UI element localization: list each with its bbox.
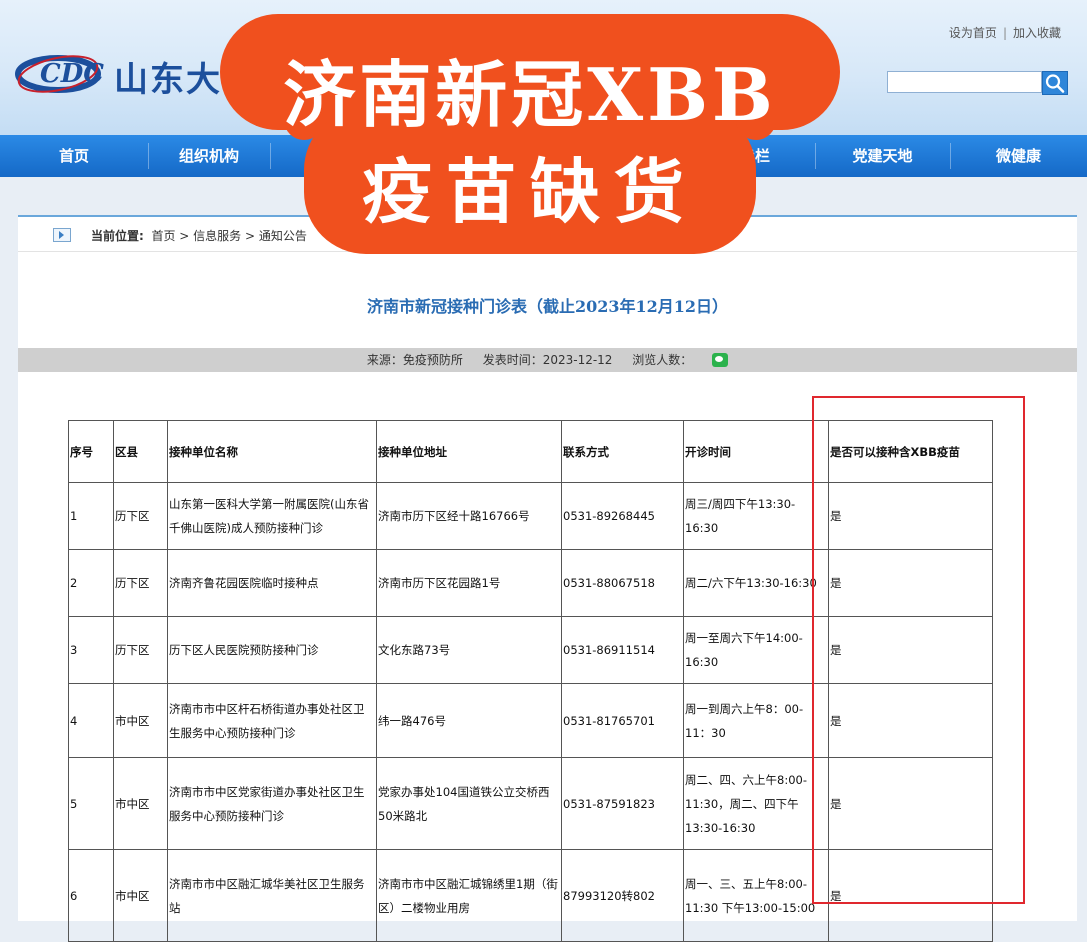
article-views: 浏览人数： xyxy=(632,353,693,367)
row-unit-name: 济南市市中区融汇城华美社区卫生服务站 xyxy=(167,849,377,942)
overlay-headline: 济南新冠XBB xyxy=(283,52,777,137)
row-no: 3 xyxy=(68,616,114,684)
breadcrumb-label: 当前位置: xyxy=(91,229,144,243)
row-phone: 0531-89268445 xyxy=(561,482,684,550)
row-no: 1 xyxy=(68,482,114,550)
row-address: 济南市市中区融汇城锦绣里1期（街区）二楼物业用房 xyxy=(376,849,562,942)
row-address: 纬一路476号 xyxy=(376,683,562,758)
row-district: 市中区 xyxy=(113,683,168,758)
search-button[interactable] xyxy=(1042,71,1068,95)
add-favorite-link[interactable]: 加入收藏 xyxy=(1013,26,1061,40)
header-district: 区县 xyxy=(113,420,168,483)
wechat-icon[interactable] xyxy=(712,353,729,367)
nav-item-home[interactable]: 首页 xyxy=(0,135,148,177)
row-address: 济南市历下区经十路16766号 xyxy=(376,482,562,550)
overlay-subheadline: 疫苗缺货 xyxy=(362,150,698,233)
row-unit-name: 山东第一医科大学第一附属医院(山东省千佛山医院)成人预防接种门诊 xyxy=(167,482,377,550)
article-title: 济南市新冠接种门诊表（截止2023年12月12日） xyxy=(366,297,729,316)
overlay-banner: 济南新冠XBB 疫苗缺货 xyxy=(210,8,850,256)
row-district: 历下区 xyxy=(113,482,168,550)
row-unit-name: 济南市市中区杆石桥街道办事处社区卫生服务中心预防接种门诊 xyxy=(167,683,377,758)
row-phone: 0531-87591823 xyxy=(561,757,684,850)
row-hours: 周二、四、六上午8:00-11:30，周二、四下午13:30-16:30 xyxy=(683,757,829,850)
row-district: 市中区 xyxy=(113,849,168,942)
row-phone: 0531-88067518 xyxy=(561,549,684,617)
row-address: 党家办事处104国道铁公立交桥西50米路北 xyxy=(376,757,562,850)
row-unit-name: 济南市市中区党家街道办事处社区卫生服务中心预防接种门诊 xyxy=(167,757,377,850)
top-link-separator: | xyxy=(1002,26,1007,40)
row-address: 济南市历下区花园路1号 xyxy=(376,549,562,617)
top-links: 设为首页 | 加入收藏 xyxy=(949,24,1061,41)
row-address: 文化东路73号 xyxy=(376,616,562,684)
row-no: 5 xyxy=(68,757,114,850)
svg-text:CDC: CDC xyxy=(40,59,104,89)
row-phone: 87993120转802 xyxy=(561,849,684,942)
row-phone: 0531-86911514 xyxy=(561,616,684,684)
article-source: 来源：免疫预防所 xyxy=(366,353,463,367)
row-district: 历下区 xyxy=(113,549,168,617)
row-district: 市中区 xyxy=(113,757,168,850)
row-phone: 0531-81765701 xyxy=(561,683,684,758)
row-hours: 周一至周六下午14:00-16:30 xyxy=(683,616,829,684)
cdc-logo-icon[interactable]: CDC xyxy=(14,44,108,96)
search-icon xyxy=(1045,74,1065,93)
site-name: 山东大 xyxy=(114,60,222,100)
row-hours: 周三/周四下午13:30-16:30 xyxy=(683,482,829,550)
xbb-column-highlight xyxy=(812,396,1025,904)
row-district: 历下区 xyxy=(113,616,168,684)
row-hours: 周一、三、五上午8:00-11:30 下午13:00-15:00 xyxy=(683,849,829,942)
header-contact: 联系方式 xyxy=(561,420,684,483)
row-unit-name: 历下区人民医院预防接种门诊 xyxy=(167,616,377,684)
article-meta: 来源：免疫预防所 发表时间：2023-12-12 浏览人数： xyxy=(18,348,1077,372)
search-input[interactable] xyxy=(887,71,1042,93)
row-no: 6 xyxy=(68,849,114,942)
row-unit-name: 济南齐鲁花园医院临时接种点 xyxy=(167,549,377,617)
header-address: 接种单位地址 xyxy=(376,420,562,483)
row-hours: 周一到周六上午8：00-11：30 xyxy=(683,683,829,758)
header-hours: 开诊时间 xyxy=(683,420,829,483)
row-hours: 周二/六下午13:30-16:30 xyxy=(683,549,829,617)
nav-item-health[interactable]: 微健康 xyxy=(950,135,1087,177)
set-homepage-link[interactable]: 设为首页 xyxy=(949,26,997,40)
arrow-right-icon xyxy=(53,228,71,242)
row-no: 2 xyxy=(68,549,114,617)
row-no: 4 xyxy=(68,683,114,758)
header-unit-name: 接种单位名称 xyxy=(167,420,377,483)
header-no: 序号 xyxy=(68,420,114,483)
article-publish-time: 发表时间：2023-12-12 xyxy=(482,353,613,367)
